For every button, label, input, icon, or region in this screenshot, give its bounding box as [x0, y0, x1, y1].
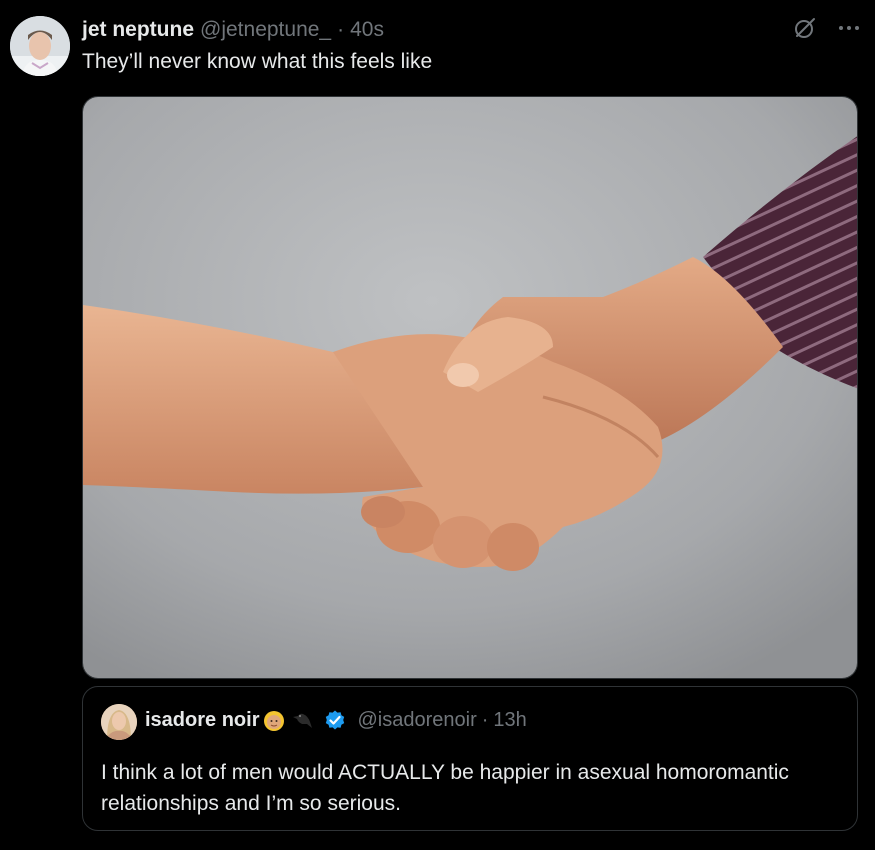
quoted-tweet-timestamp[interactable]: 13h — [493, 709, 526, 732]
quoted-author-handle[interactable]: @isadorenoir — [357, 709, 476, 732]
separator-dot: · — [481, 708, 489, 731]
more-options-icon[interactable] — [837, 16, 861, 40]
quoted-author-avatar[interactable] — [101, 704, 137, 740]
tweet-timestamp[interactable]: 40s — [350, 18, 384, 42]
grok-icon[interactable] — [793, 16, 817, 40]
author-avatar[interactable] — [10, 16, 70, 76]
crow-emoji-icon — [289, 707, 315, 733]
tweet-text: They’ll never know what this feels like — [82, 50, 433, 73]
tweet-actions-top — [793, 16, 861, 40]
author-handle[interactable]: @jetneptune_ — [200, 18, 331, 42]
tweet-photo[interactable] — [82, 96, 858, 679]
tweet: jet neptune @jetneptune_ · 40s They’ll n… — [0, 0, 875, 850]
quoted-author-display-name[interactable]: isadore noir — [145, 709, 259, 732]
author-display-name[interactable]: jet neptune — [82, 18, 194, 42]
tweet-header: jet neptune @jetneptune_ · 40s — [82, 18, 384, 46]
quoted-tweet-header: isadore noir @isadorenoir · 13h — [145, 707, 527, 733]
verified-badge-icon[interactable] — [323, 708, 347, 732]
separator-dot: · — [337, 18, 345, 41]
quoted-tweet[interactable]: isadore noir @isadorenoir · 13h I think … — [82, 686, 858, 831]
woman-blond-hair-emoji-icon — [261, 707, 287, 733]
quoted-tweet-text: I think a lot of men would ACTUALLY be h… — [101, 761, 789, 815]
